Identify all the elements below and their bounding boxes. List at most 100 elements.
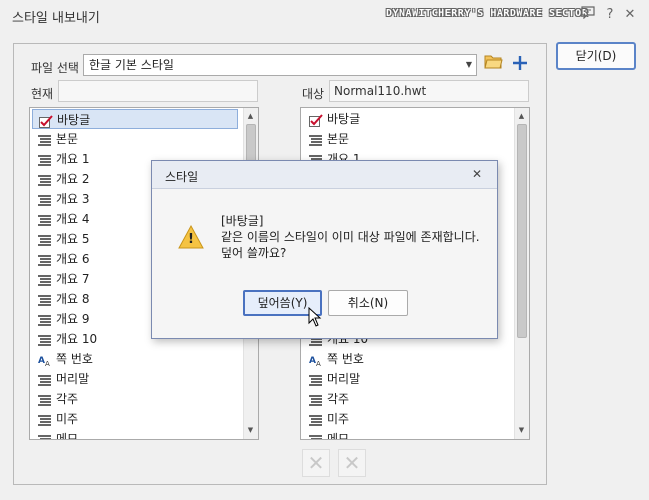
list-item[interactable]: AA 쪽 번호: [32, 349, 238, 369]
paragraph-icon: [38, 213, 51, 226]
list-item-label: 개요 5: [56, 232, 90, 246]
list-item[interactable]: 각주: [32, 389, 238, 409]
paragraph-icon: [38, 193, 51, 206]
list-item[interactable]: 머리말: [32, 369, 238, 389]
list-item-label: 머리말: [56, 372, 90, 386]
list-item-label: 개요 1: [56, 152, 90, 166]
paragraph-icon: [309, 393, 322, 406]
list-item[interactable]: 바탕글: [32, 109, 238, 129]
dialog-message-line: 덮어 쓸까요?: [221, 246, 287, 260]
scroll-down-icon[interactable]: ▼: [515, 424, 528, 437]
paragraph-icon: [38, 273, 51, 286]
check-icon: [39, 114, 53, 128]
svg-text:A: A: [45, 360, 50, 367]
character-style-icon: AA: [309, 353, 322, 368]
chat-icon[interactable]: [579, 6, 597, 24]
file-select-combo[interactable]: 한글 기본 스타일 ▼: [83, 54, 477, 76]
paragraph-icon: [38, 373, 51, 386]
list-item-label: 쪽 번호: [56, 352, 93, 366]
dialog-message: [바탕글] 같은 이름의 스타일이 이미 대상 파일에 존재합니다. 덮어 쓸까…: [221, 213, 480, 261]
paragraph-icon: [38, 293, 51, 306]
close-icon[interactable]: ✕: [621, 6, 639, 24]
list-item[interactable]: 본문: [32, 129, 238, 149]
delete-icon: ✕: [307, 451, 325, 475]
current-label: 현재: [31, 87, 54, 101]
title-bar: 스타일 내보내기 DYNAWITCHERRY'S HARDWARE SECTOR…: [0, 0, 649, 30]
list-item-label: 메모: [56, 432, 79, 439]
list-item-label: 바탕글: [57, 113, 91, 127]
paragraph-icon: [38, 393, 51, 406]
list-item[interactable]: 각주: [303, 389, 509, 409]
list-item-label: 각주: [56, 392, 79, 406]
list-item[interactable]: 메모: [32, 429, 238, 439]
list-item-label: 개요 2: [56, 172, 90, 186]
paragraph-icon: [38, 133, 51, 146]
scroll-up-icon[interactable]: ▲: [515, 110, 528, 123]
cancel-button[interactable]: 취소(N): [328, 290, 408, 316]
check-icon: [309, 113, 323, 127]
watermark-logo: DYNAWITCHERRY'S HARDWARE SECTOR: [386, 8, 589, 19]
target-label: 대상: [302, 87, 325, 101]
paragraph-icon: [38, 233, 51, 246]
open-folder-icon[interactable]: [482, 54, 504, 76]
mouse-cursor-icon: [308, 306, 322, 327]
paragraph-icon: [38, 173, 51, 186]
dialog-message-line: 같은 이름의 스타일이 이미 대상 파일에 존재합니다.: [221, 230, 480, 244]
list-item-label: 개요 3: [56, 192, 90, 206]
delete-button[interactable]: ✕: [302, 449, 330, 477]
list-item[interactable]: AA 쪽 번호: [303, 349, 509, 369]
scroll-up-icon[interactable]: ▲: [244, 110, 257, 123]
paragraph-icon: [38, 333, 51, 346]
overwrite-dialog: 스타일 ✕ ! [바탕글] 같은 이름의 스타일이 이미 대상 파일에 존재합니…: [151, 160, 498, 339]
list-item[interactable]: 본문: [303, 129, 509, 149]
list-item-label: 본문: [327, 132, 350, 146]
list-item[interactable]: 미주: [32, 409, 238, 429]
list-item[interactable]: 메모: [303, 429, 509, 439]
list-item[interactable]: 미주: [303, 409, 509, 429]
list-item-label: 미주: [327, 412, 350, 426]
paragraph-icon: [38, 413, 51, 426]
add-file-icon[interactable]: [509, 54, 531, 76]
list-item[interactable]: 바탕글: [303, 109, 509, 129]
paragraph-icon: [309, 413, 322, 426]
paragraph-icon: [38, 253, 51, 266]
svg-text:A: A: [309, 356, 316, 366]
warning-icon: !: [178, 224, 204, 249]
list-item-label: 개요 10: [56, 332, 98, 346]
window-title: 스타일 내보내기: [12, 11, 100, 26]
current-field: [58, 80, 258, 102]
list-item[interactable]: 머리말: [303, 369, 509, 389]
dialog-title: 스타일: [165, 170, 199, 184]
paragraph-icon: [309, 433, 322, 439]
paragraph-icon: [38, 433, 51, 439]
list-item-label: 개요 6: [56, 252, 90, 266]
paragraph-icon: [38, 313, 51, 326]
paragraph-icon: [309, 133, 322, 146]
list-item-label: 머리말: [327, 372, 361, 386]
close-button[interactable]: 닫기(D): [556, 42, 636, 70]
dialog-message-line: [바탕글]: [221, 214, 264, 228]
list-item-label: 각주: [327, 392, 350, 406]
list-item-label: 개요 9: [56, 312, 90, 326]
warning-glyph: !: [188, 232, 194, 247]
character-style-icon: AA: [38, 353, 51, 368]
right-scrollbar[interactable]: ▲ ▼: [514, 108, 529, 439]
file-select-label: 파일 선택: [31, 61, 79, 75]
dialog-close-icon[interactable]: ✕: [472, 167, 482, 181]
list-item-label: 개요 7: [56, 272, 90, 286]
paragraph-icon: [38, 153, 51, 166]
target-field: Normal110.hwt: [329, 80, 529, 102]
help-icon[interactable]: ?: [601, 6, 619, 24]
file-select-value: 한글 기본 스타일: [89, 58, 174, 72]
dialog-title-bar: 스타일 ✕: [152, 161, 497, 189]
list-item-label: 개요 8: [56, 292, 90, 306]
list-item-label: 미주: [56, 412, 79, 426]
scroll-down-icon[interactable]: ▼: [244, 424, 257, 437]
paragraph-icon: [309, 373, 322, 386]
list-item-label: 메모: [327, 432, 350, 439]
delete-all-button[interactable]: ✕: [338, 449, 366, 477]
delete-all-icon: ✕: [343, 451, 361, 475]
svg-text:A: A: [38, 356, 45, 366]
list-item-label: 쪽 번호: [327, 352, 364, 366]
scroll-thumb[interactable]: [517, 124, 527, 338]
